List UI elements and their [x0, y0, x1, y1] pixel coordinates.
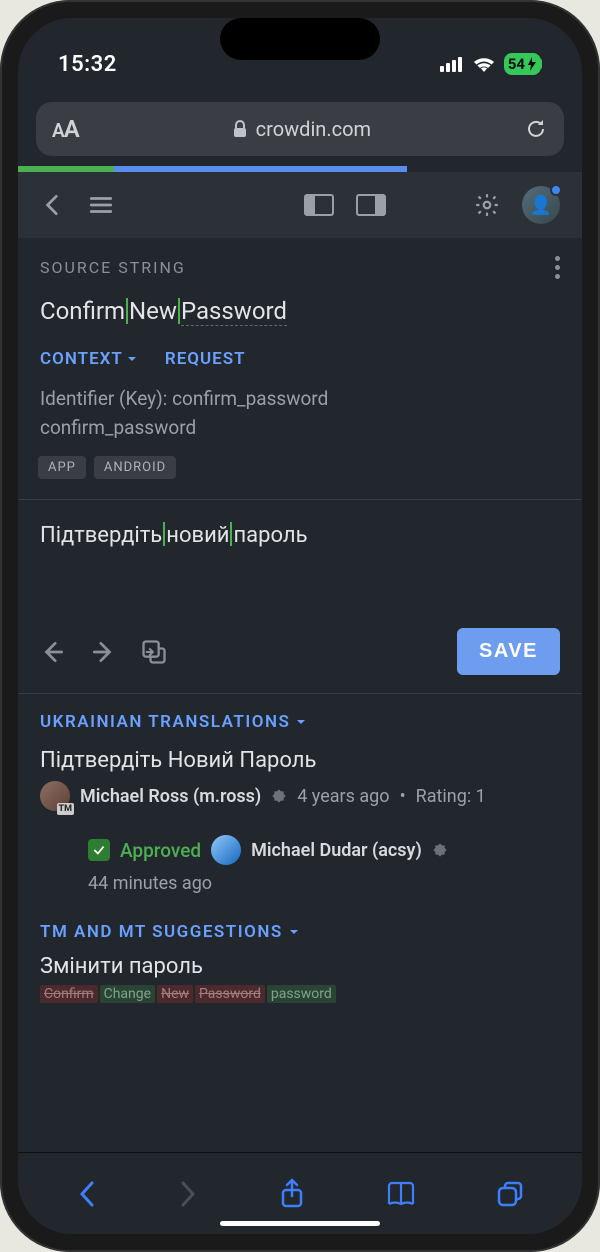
browser-url-bar[interactable]: AA crowdin.com: [36, 102, 564, 156]
home-indicator[interactable]: [220, 1221, 380, 1226]
lock-icon: [232, 120, 248, 138]
wifi-icon: [472, 55, 496, 73]
panel-right-icon[interactable]: [356, 193, 386, 217]
screen: 15:32 54 AA crowdin: [18, 18, 582, 1234]
translations-section-title[interactable]: UKRAINIAN TRANSLATIONS: [18, 694, 582, 738]
menu-icon[interactable]: [88, 192, 114, 218]
translation-input[interactable]: Підтвердітьновийпароль: [18, 500, 582, 620]
request-link[interactable]: REQUEST: [165, 349, 246, 369]
source-string-label: SOURCE STRING: [40, 258, 186, 277]
tag-android[interactable]: ANDROID: [94, 456, 176, 479]
approver-name: Michael Dudar (acsy): [251, 840, 422, 861]
verified-icon: [432, 842, 448, 858]
cellular-signal-icon: [440, 56, 464, 72]
translation-rating: Rating: 1: [416, 786, 486, 807]
tags-row: APP ANDROID: [18, 448, 582, 499]
next-string-icon[interactable]: [90, 639, 116, 665]
copy-source-icon[interactable]: [140, 638, 168, 666]
status-time: 15:32: [58, 52, 117, 77]
bookmarks-icon[interactable]: [385, 1180, 417, 1208]
approved-label: Approved: [120, 839, 201, 862]
notch: [220, 18, 380, 60]
user-avatar[interactable]: 👤: [522, 186, 560, 224]
approved-row: Approved Michael Dudar (acsy): [18, 821, 582, 869]
identifier-block: Identifier (Key): confirm_password confi…: [18, 379, 582, 448]
translation-text: Підтвердіть Новий Пароль: [40, 748, 560, 773]
source-section-header: SOURCE STRING: [18, 238, 582, 283]
approver-avatar: [211, 835, 241, 865]
battery-percent: 54: [508, 55, 525, 73]
tabs-icon[interactable]: [496, 1180, 524, 1208]
battery-indicator: 54: [504, 53, 541, 75]
url-domain: crowdin.com: [256, 117, 371, 141]
panel-left-icon[interactable]: [304, 193, 334, 217]
prev-string-icon[interactable]: [40, 639, 66, 665]
save-button[interactable]: SAVE: [457, 628, 560, 675]
phone-frame: 15:32 54 AA crowdin: [0, 0, 600, 1252]
author-name: Michael Ross (m.ross): [80, 786, 261, 807]
source-string-text: ConfirmNewPassword: [18, 283, 582, 331]
notification-dot: [550, 184, 562, 196]
editor-actions: SAVE: [18, 620, 582, 693]
approved-time: 44 minutes ago: [18, 869, 582, 904]
tag-app[interactable]: APP: [38, 456, 86, 479]
approved-check-icon: [88, 839, 110, 861]
gear-icon[interactable]: [474, 192, 500, 218]
tm-diff-bar: Confirm Change New Password password: [18, 985, 582, 1009]
author-avatar: TM: [40, 781, 70, 811]
share-icon[interactable]: [279, 1178, 305, 1210]
reload-icon[interactable]: [524, 117, 548, 141]
more-options-icon[interactable]: [555, 256, 560, 279]
editor-toolbar: 👤: [18, 172, 582, 238]
tm-suggestion-text[interactable]: Змінити пароль: [18, 948, 582, 985]
tm-section-title[interactable]: TM AND MT SUGGESTIONS: [18, 904, 582, 948]
back-icon[interactable]: [40, 192, 66, 218]
context-row: CONTEXT REQUEST: [18, 331, 582, 379]
translation-time: 4 years ago: [297, 786, 389, 807]
verified-icon: [271, 788, 287, 804]
browser-back-icon[interactable]: [76, 1179, 98, 1209]
text-size-icon[interactable]: AA: [52, 115, 79, 143]
translation-entry[interactable]: Підтвердіть Новий Пароль TM Michael Ross…: [18, 738, 582, 821]
browser-forward-icon: [177, 1179, 199, 1209]
context-toggle[interactable]: CONTEXT: [40, 349, 137, 369]
